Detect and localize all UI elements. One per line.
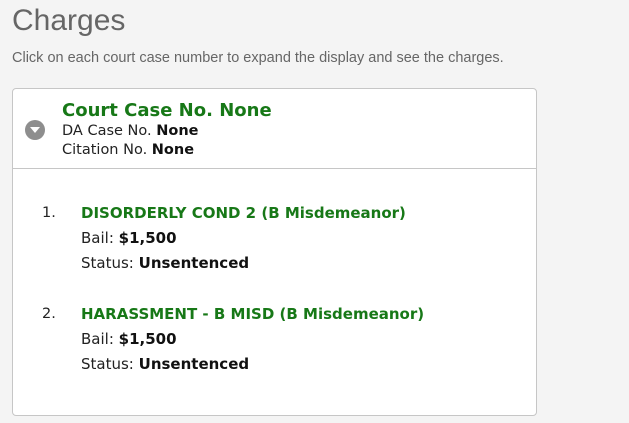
da-case-label: DA Case No. [62,123,152,139]
charge-status: Status: Unsentenced [81,252,249,274]
charge-number: 1. [42,205,56,221]
bail-value: $1,500 [118,330,177,348]
instructions-text: Click on each court case number to expan… [12,50,504,66]
bail-value: $1,500 [118,229,177,247]
status-label: Status: [81,254,134,272]
charges-page: Charges Click on each court case number … [0,0,629,423]
status-label: Status: [81,355,134,373]
citation-label: Citation No. [62,142,148,158]
citation-number: Citation No. None [62,141,194,160]
charge-title: HARASSMENT - B MISD (B Misdemeanor) [81,305,425,323]
court-case-panel: Court Case No. None DA Case No. None Cit… [12,88,537,416]
bail-label: Bail: [81,229,114,247]
charge-number: 2. [42,306,56,322]
status-value: Unsentenced [138,254,250,272]
da-case-number: DA Case No. None [62,122,198,141]
charge-title: DISORDERLY COND 2 (B Misdemeanor) [81,204,406,222]
da-case-value: None [156,123,199,139]
charge-bail: Bail: $1,500 [81,328,177,350]
citation-value: None [151,142,195,158]
court-case-header[interactable]: Court Case No. None DA Case No. None Cit… [13,89,536,169]
charge-bail: Bail: $1,500 [81,227,177,249]
court-case-number-link[interactable]: Court Case No. None [62,99,272,122]
bail-label: Bail: [81,330,114,348]
charge-status: Status: Unsentenced [81,353,249,375]
page-title: Charges [12,4,126,37]
status-value: Unsentenced [138,355,250,373]
chevron-down-icon[interactable] [25,120,45,140]
